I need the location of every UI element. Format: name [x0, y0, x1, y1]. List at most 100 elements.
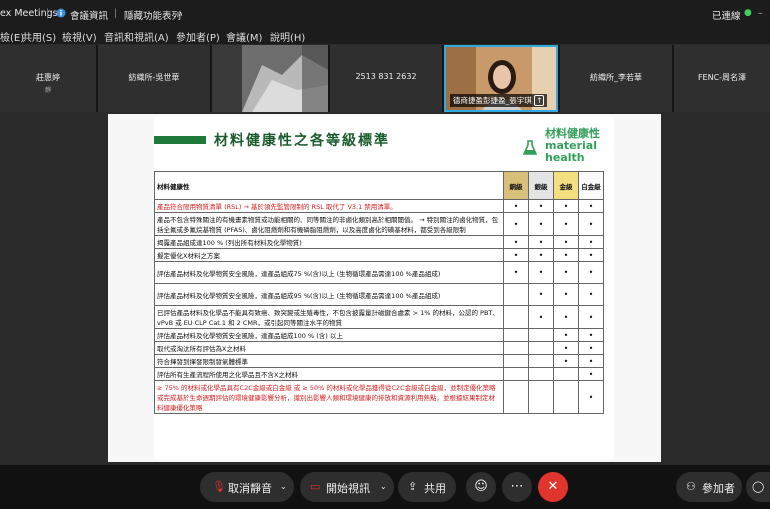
header-criteria: 材料健康性 [154, 171, 504, 200]
row-mark: • [528, 261, 554, 284]
hide-menu-toggle[interactable]: 隱藏功能表列 [124, 8, 181, 22]
participant-name: 紡織所-吳世華 [128, 73, 180, 82]
material-health-table: 材料健康性 銅級 銀級 金級 白金級 產品符合限用物質清單 (RSL) → 基於… [154, 171, 604, 414]
menu-audio-video[interactable]: 音訊和視訊(A) [104, 29, 169, 44]
table-row: 評估所有生產流程所使用之化學品且不含X之材料 • [154, 367, 604, 381]
row-mark: • [553, 283, 579, 306]
row-mark [503, 341, 529, 355]
menu-edit[interactable]: 檢(E) [0, 29, 24, 44]
reactions-icon[interactable]: ☺ [466, 472, 496, 502]
participant-strip: 莊惠婷 靜 紡織所-吳世華 2513 831 2632 德商捷盈彭捷盈_張宇琪 … [0, 45, 770, 112]
table-row: ≥ 75% 的材料或化學品具有C2C金級或白金級 或 ≥ 50% 的材料或化學品… [154, 380, 604, 414]
row-mark: • [578, 261, 604, 284]
row-criteria: 已評估產品材料及化學品不能具有致癌、致突變或生殖毒性，不包含披露量計磁鍵合處素 … [154, 305, 504, 329]
title-separator-2: | [114, 8, 118, 19]
participant-video-tile[interactable] [212, 45, 328, 112]
logo-en-text-2: health [545, 151, 585, 164]
person-icon: ⚇ [686, 480, 696, 493]
share-label: 共用 [424, 482, 446, 495]
row-mark: • [578, 305, 604, 329]
participants-button[interactable]: ⚇ 參加者 [676, 472, 742, 502]
row-mark [528, 341, 554, 355]
window-titlebar: ex Meetings | 會議資訊 | 隱藏功能表列 ∧ 已連線 ● – [0, 0, 770, 27]
table-row: 符合揮發到揮發限制發氣體標準 • • [154, 354, 604, 368]
participant-name: 紡織所_李若華 [590, 73, 642, 82]
row-mark: • [503, 261, 529, 284]
row-mark [528, 354, 554, 368]
row-criteria: 符合揮發到揮發限制發氣體標準 [154, 354, 504, 368]
table-row: 評估產品材料及化學物質安全風險，達產品組成95 %(含)以上 (生物循環產品需達… [154, 283, 604, 306]
row-mark: • [553, 261, 579, 284]
slide-title: 材料健康性之各等級標準 [214, 133, 390, 149]
video-off-icon: ▭ [310, 480, 321, 493]
row-mark: • [578, 354, 604, 368]
mic-muted-icon: 🎙 [212, 480, 226, 493]
share-button[interactable]: ⇪ 共用 [398, 472, 456, 502]
menu-help[interactable]: 說明(H) [270, 29, 305, 44]
table-row: 取代或淘汰所有評估為X之材料 • • [154, 341, 604, 355]
menu-meeting[interactable]: 會議(M) [226, 29, 262, 44]
meeting-info-link[interactable]: 會議資訊 [70, 8, 108, 22]
participant-tile[interactable]: FENC-周名澤 [674, 45, 770, 112]
chevron-down-icon[interactable]: ⌄ [380, 482, 387, 491]
row-mark: • [578, 248, 604, 262]
row-mark: • [578, 235, 604, 249]
participant-tile[interactable]: 紡織所_李若華 [560, 45, 672, 112]
minimize-icon[interactable]: – [758, 8, 763, 19]
menu-share[interactable]: 共用(S) [22, 29, 56, 44]
row-criteria: 產品不包含特殊關注的有機畫素物質或功能相關的、同等關注的非鹵化類別高於相關閾值。… [154, 212, 504, 236]
unmute-button[interactable]: 🎙 取消靜音 ⌄ [200, 472, 294, 502]
speaker-name-caption: 德商捷盈彭捷盈_張宇琪 ↑ [450, 94, 548, 107]
end-meeting-icon[interactable]: ✕ [538, 472, 568, 502]
share-icon: ⇪ [408, 480, 418, 493]
row-mark [528, 367, 554, 381]
row-mark: • [578, 212, 604, 236]
table-row: 已評估產品材料及化學品不能具有致癌、致突變或生殖毒性，不包含披露量計磁鍵合處素 … [154, 305, 604, 329]
row-mark: • [528, 248, 554, 262]
row-mark [503, 305, 529, 329]
row-criteria: 評估產品材料及化學物質安全風險，達產品組成75 %(含)以上 (生物循環產品需達… [154, 261, 504, 284]
row-mark: • [503, 212, 529, 236]
row-mark [503, 328, 529, 342]
participant-tile[interactable]: 莊惠婷 靜 [0, 45, 96, 112]
row-criteria: 取代或淘汰所有評估為X之材料 [154, 341, 504, 355]
row-mark: • [528, 235, 554, 249]
material-health-logo: 材料健康性 material health [523, 128, 600, 164]
row-mark [503, 380, 529, 414]
header-silver: 銀級 [528, 171, 554, 200]
connection-status: 已連線 [712, 11, 741, 22]
more-options-icon[interactable]: ⋯ [502, 472, 532, 502]
table-row: 評估產品材料及化學物質安全風險，達產品組成100 % (含) 以上 • • [154, 328, 604, 342]
menu-bar: 檢(E) 共用(S) 檢視(V) 音訊和視訊(A) 參加者(P) 會議(M) 說… [0, 27, 770, 44]
row-mark [503, 367, 529, 381]
chevron-down-icon[interactable]: ⌄ [280, 482, 287, 491]
chevron-up-icon[interactable]: ∧ [178, 10, 183, 18]
speaker-name: 德商捷盈彭捷盈_張宇琪 [453, 96, 532, 105]
row-mark [528, 380, 554, 414]
menu-view[interactable]: 檢視(V) [62, 29, 97, 44]
row-criteria: 評估所有生產流程所使用之化學品且不含X之材料 [154, 367, 504, 381]
menu-participants[interactable]: 參加者(P) [176, 29, 220, 44]
row-mark: • [528, 212, 554, 236]
start-video-label: 開始視訊 [326, 482, 370, 495]
status-dot-icon: ● [744, 8, 752, 18]
start-video-button[interactable]: ▭ 開始視訊 ⌄ [300, 472, 394, 502]
row-mark: • [553, 328, 579, 342]
table-row: 評估產品材料及化學物質安全風險，達產品組成75 %(含)以上 (生物循環產品需達… [154, 261, 604, 284]
row-criteria: 評估產品材料及化學物質安全風險，達產品組成95 %(含)以上 (生物循環產品需達… [154, 283, 504, 306]
participant-tile[interactable]: 紡織所-吳世華 [98, 45, 210, 112]
row-mark: • [553, 354, 579, 368]
row-mark [553, 367, 579, 381]
row-mark: • [553, 341, 579, 355]
chat-button[interactable]: ◯ [746, 472, 770, 502]
row-mark: • [553, 235, 579, 249]
row-mark: • [578, 283, 604, 306]
row-mark [503, 354, 529, 368]
info-icon[interactable] [56, 8, 66, 20]
unmute-label: 取消靜音 [228, 482, 272, 495]
active-speaker-tile[interactable]: 德商捷盈彭捷盈_張宇琪 ↑ [444, 45, 558, 112]
meeting-controls-bar: 🎙 取消靜音 ⌄ ▭ 開始視訊 ⌄ ⇪ 共用 ☺ ⋯ ✕ ⚇ 參加者 ◯ [0, 465, 770, 509]
shared-video-thumbnail [212, 45, 328, 112]
participant-tile[interactable]: 2513 831 2632 [330, 45, 442, 112]
row-mark [528, 328, 554, 342]
